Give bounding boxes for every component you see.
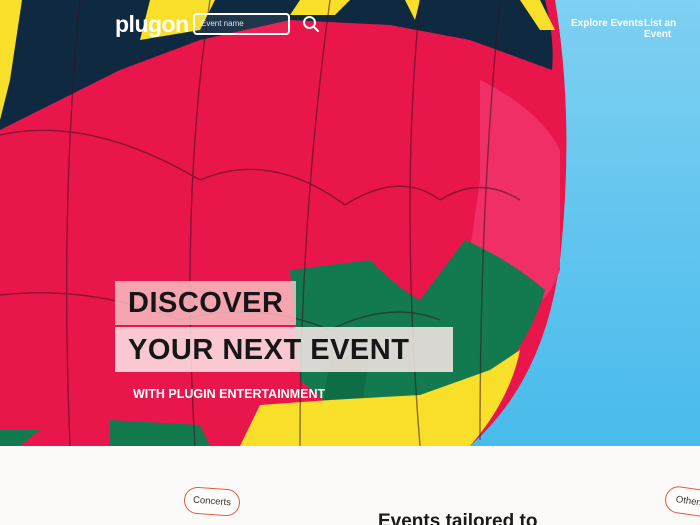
logo[interactable]: plugon [115, 11, 189, 38]
hero-headline-line1: DISCOVER [115, 281, 297, 325]
hero-banner: plugon Event name Explore Events List an… [0, 0, 700, 446]
hero-headline-line2: YOUR NEXT EVENT [115, 327, 453, 372]
hero-subheadline: WITH PLUGIN ENTERTAINMENT [133, 387, 326, 401]
category-chip-concerts[interactable]: Concerts [183, 486, 241, 517]
nav-explore-events[interactable]: Explore Events [571, 18, 643, 29]
search-input[interactable]: Event name [193, 13, 290, 35]
search-icon[interactable] [302, 15, 320, 33]
search-placeholder: Event name [201, 19, 244, 28]
category-chip-others[interactable]: Others [663, 484, 700, 519]
hot-air-balloon-image [0, 0, 567, 446]
section-heading: Events tailored to [378, 511, 538, 525]
nav-list-an-event[interactable]: List an Event [644, 18, 700, 40]
